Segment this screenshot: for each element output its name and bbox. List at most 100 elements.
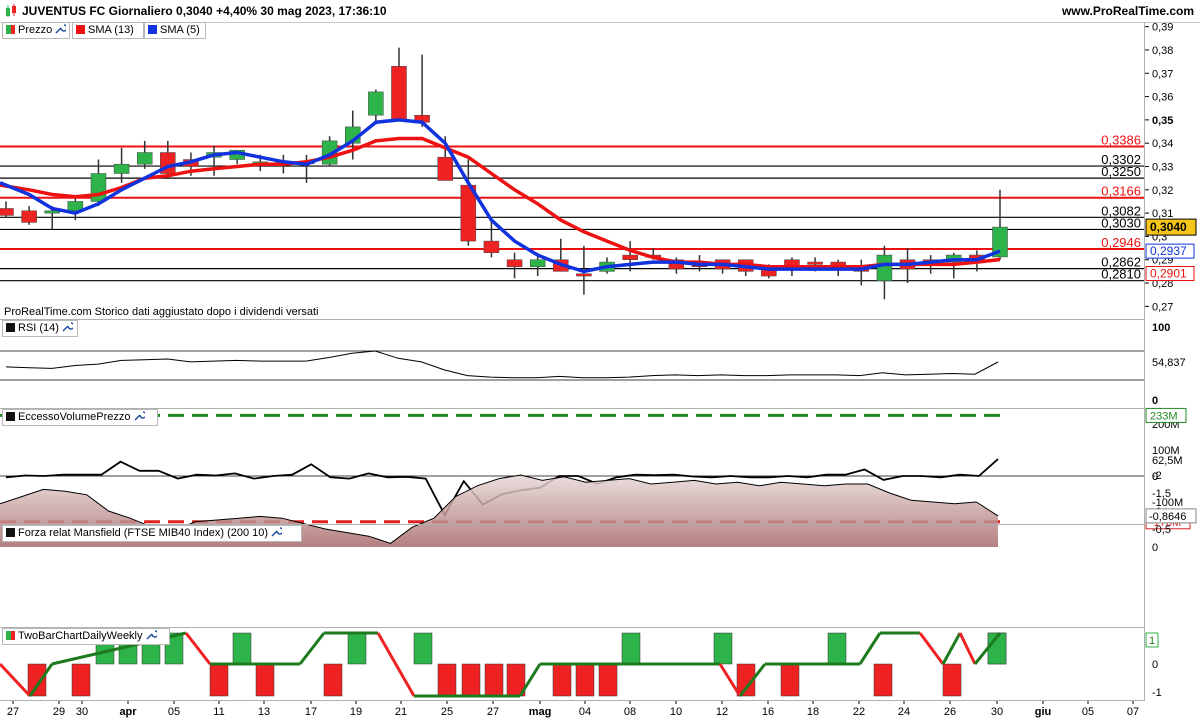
x-axis-separator	[0, 700, 1145, 701]
price-swatch-icon	[6, 25, 15, 34]
twobar-bar	[413, 632, 433, 665]
y-tick-label: 0,34	[1152, 138, 1173, 150]
candle-body	[0, 208, 14, 216]
horizontal-level-label: 0,3386	[1101, 132, 1141, 147]
y-tick-label: 0,37	[1152, 68, 1173, 80]
twobar-bar	[942, 663, 962, 697]
candle-body	[876, 254, 893, 281]
wrench-icon[interactable]	[270, 526, 283, 538]
y-tick-label: 0,33	[1152, 162, 1173, 174]
y-tick-label: 0	[1152, 395, 1158, 407]
twobar-bar	[27, 663, 47, 697]
y-tick-label: -0,5	[1152, 524, 1171, 536]
legend-rsi-label: RSI (14)	[18, 322, 59, 334]
y-tick-label: 0	[1152, 542, 1158, 554]
candle-body	[529, 259, 546, 267]
x-tick-label: 05	[168, 706, 180, 718]
twobar-swatch-icon	[6, 631, 15, 640]
panel-separator	[0, 408, 1145, 409]
x-tick-label: 26	[944, 706, 956, 718]
last-sma5-label: 0,2937	[1150, 244, 1187, 258]
y-tick-label: 0,36	[1152, 92, 1173, 104]
x-tick-label: 27	[7, 706, 19, 718]
y-tick-label: 0,38	[1152, 45, 1173, 57]
horizontal-level-label: 0,3030	[1101, 215, 1141, 230]
y-tick-label: 100	[1152, 322, 1170, 334]
x-tick-label: 11	[213, 706, 224, 718]
candle-body	[21, 210, 37, 223]
x-tick-label: 21	[395, 706, 407, 718]
y-tick-label: 0,39	[1152, 22, 1173, 34]
twobar-bar	[323, 663, 343, 697]
horizontal-level-label: 0,3166	[1101, 184, 1141, 199]
panel-separator	[0, 627, 1145, 628]
last-sma13-label: 0,2901	[1150, 266, 1187, 280]
horizontal-level-label: 0,2946	[1101, 235, 1141, 250]
candle-body	[483, 240, 500, 253]
wrench-icon[interactable]	[145, 629, 157, 641]
y-tick-label: -1,5	[1152, 488, 1171, 500]
mansfield-swatch-icon	[6, 528, 15, 537]
y-tick-label: -2	[1152, 470, 1162, 482]
twobar-bar	[621, 632, 641, 665]
mansfield-last-label: -0,8646	[1149, 511, 1186, 523]
y-axis-divider	[1144, 22, 1145, 700]
legend-price-label: Prezzo	[18, 24, 53, 36]
panel-separator	[0, 319, 1145, 320]
x-tick-label: 10	[670, 706, 682, 718]
twobar-bar	[598, 663, 618, 697]
legend-mansfield-label: Forza relat Mansfield (FTSE MIB40 Index)…	[18, 527, 269, 539]
twobar-bar	[437, 663, 457, 697]
twobar-signal-line	[184, 632, 212, 665]
candle-body	[506, 259, 523, 267]
candle-body	[391, 66, 407, 121]
twobar-signal-line	[918, 632, 945, 665]
twobar-bar	[484, 663, 504, 697]
wrench-icon[interactable]	[133, 410, 145, 422]
legend-volume[interactable]: EccessoVolumePrezzo	[2, 409, 158, 426]
rsi-line	[5, 350, 999, 379]
candle-body	[576, 273, 592, 277]
rsi-swatch-icon	[6, 323, 15, 332]
x-tick-label: 29	[53, 706, 65, 718]
y-tick-label: 0,35	[1152, 115, 1173, 127]
y-tick-label: -1	[1152, 687, 1162, 699]
chart-canvas[interactable]: 0,33860,33020,32500,31660,30820,30300,29…	[0, 0, 1200, 720]
twobar-signal-line	[298, 632, 326, 665]
volume-swatch-icon	[6, 412, 15, 421]
twobar-signal-line	[858, 632, 882, 665]
legend-volume-label: EccessoVolumePrezzo	[18, 411, 131, 423]
legend-sma13[interactable]: SMA (13)	[72, 22, 144, 39]
horizontal-level-label: 0,3250	[1101, 164, 1141, 179]
x-tick-label: apr	[119, 706, 137, 718]
x-tick-label: 27	[487, 706, 499, 718]
legend-mansfield[interactable]: Forza relat Mansfield (FTSE MIB40 Index)…	[2, 525, 302, 542]
volume-upper-label: 233M	[1150, 410, 1178, 422]
legend-price[interactable]: Prezzo	[2, 22, 70, 39]
legend-sma5-label: SMA (5)	[160, 24, 200, 36]
twobar-bar	[713, 632, 733, 665]
legend-twobar-label: TwoBarChartDailyWeekly	[18, 630, 143, 642]
x-tick-label: 05	[1082, 706, 1094, 718]
candle-body	[807, 261, 823, 265]
x-tick-label: 17	[305, 706, 317, 718]
wrench-icon[interactable]	[54, 23, 67, 35]
twobar-bar	[232, 632, 252, 665]
legend-twobar[interactable]: TwoBarChartDailyWeekly	[2, 628, 170, 645]
twobar-bar	[780, 663, 800, 697]
y-tick-label: 0	[1152, 659, 1158, 671]
twobar-bar	[255, 663, 275, 697]
twobar-signal-line	[958, 632, 977, 665]
legend-sma5[interactable]: SMA (5)	[144, 22, 206, 39]
twobar-bar	[209, 663, 229, 697]
sma5-swatch-icon	[148, 25, 157, 34]
twobar-bar	[461, 663, 481, 697]
last-price-label: 0,3040	[1150, 220, 1187, 234]
rsi-last-label: 54,837	[1152, 357, 1186, 369]
data-note: ProRealTime.com Storico dati aggiustato …	[4, 306, 319, 318]
x-tick-label: 22	[853, 706, 865, 718]
wrench-icon[interactable]	[61, 321, 73, 333]
y-tick-label: 0,31	[1152, 208, 1173, 220]
y-tick-label: 0,27	[1152, 301, 1173, 313]
legend-rsi[interactable]: RSI (14)	[2, 320, 78, 337]
